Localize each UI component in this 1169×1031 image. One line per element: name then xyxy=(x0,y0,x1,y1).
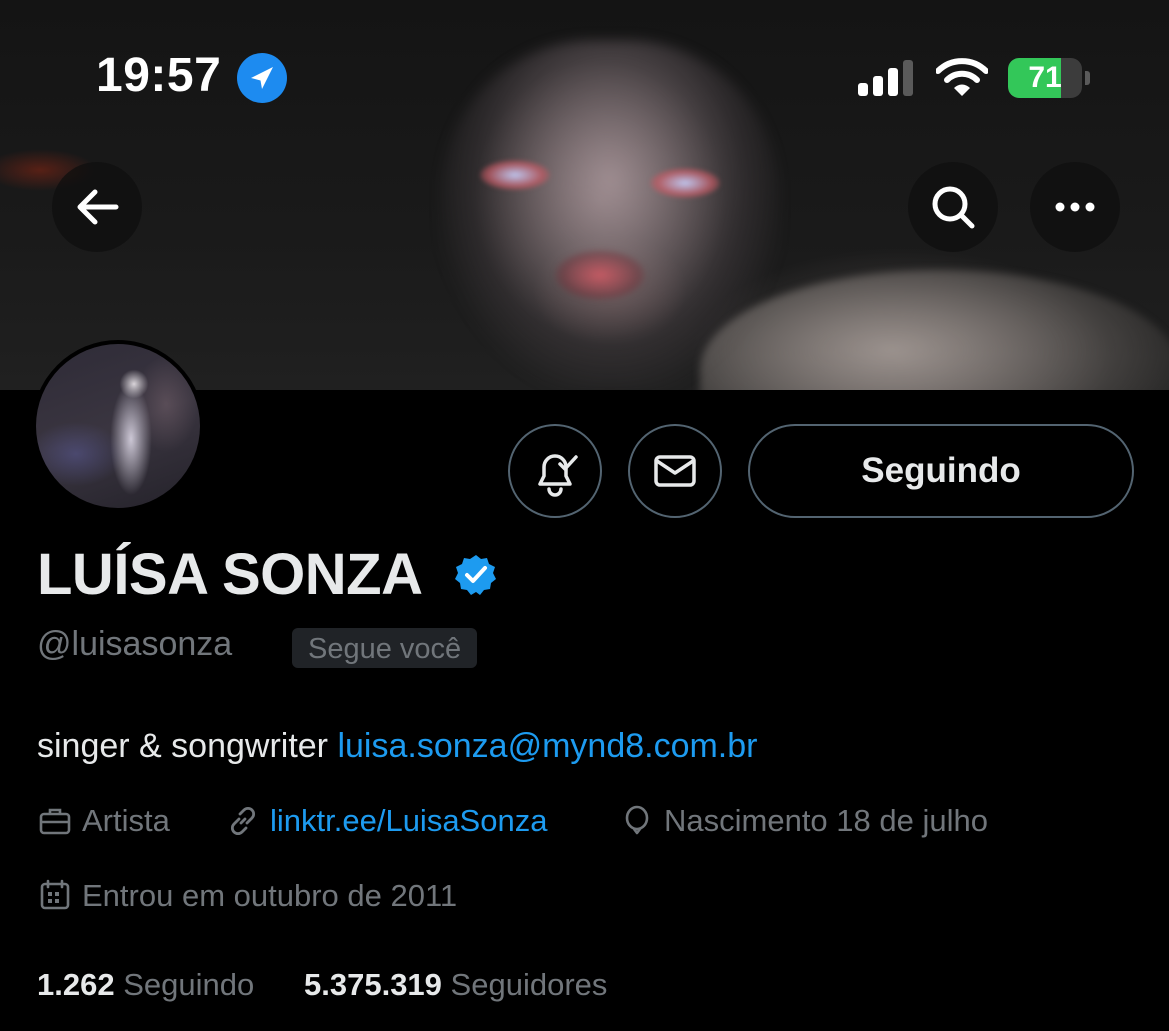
balloon-icon xyxy=(625,805,649,835)
followers-count: 5.375.319 xyxy=(304,967,442,1002)
banner-mouth xyxy=(555,250,645,300)
bio-email-link[interactable]: luisa.sonza@mynd8.com.br xyxy=(337,727,757,765)
banner-eye-right xyxy=(650,168,720,198)
status-time: 19:57 xyxy=(96,49,222,102)
link-icon xyxy=(230,806,256,836)
envelope-icon xyxy=(654,455,696,487)
profile-website-link[interactable]: linktr.ee/LuisaSonza xyxy=(270,801,547,841)
more-options-button[interactable] xyxy=(1030,162,1120,252)
profile-bio: singer & songwriter luisa.sonza@mynd8.co… xyxy=(37,724,758,768)
search-icon xyxy=(932,186,975,229)
verified-badge-icon[interactable] xyxy=(454,553,498,597)
follows-you-badge: Segue você xyxy=(292,628,478,668)
battery-tip xyxy=(1085,71,1090,85)
bell-check-icon xyxy=(538,454,578,497)
calendar-icon xyxy=(40,879,70,910)
battery-level: 71 xyxy=(1028,61,1062,94)
followers-stat[interactable]: 5.375.319 Seguidores xyxy=(304,964,607,1006)
profile-birthday: Nascimento 18 de julho xyxy=(664,803,988,838)
notifications-button[interactable] xyxy=(508,424,602,518)
search-button[interactable] xyxy=(908,162,998,252)
following-stat[interactable]: 1.262 Seguindo xyxy=(37,964,254,1006)
more-horizontal-icon xyxy=(1055,202,1095,212)
battery-icon: 71 xyxy=(1008,58,1090,98)
following-count: 1.262 xyxy=(37,967,115,1002)
briefcase-icon xyxy=(39,808,71,835)
profile-handle: @luisasonza xyxy=(37,625,233,663)
back-button[interactable] xyxy=(52,162,142,252)
message-button[interactable] xyxy=(628,424,722,518)
banner-eye-left xyxy=(480,160,550,190)
followers-label: Seguidores xyxy=(450,967,608,1002)
arrow-left-icon xyxy=(77,189,119,225)
bio-text: singer & songwriter xyxy=(37,727,329,765)
avatar[interactable] xyxy=(32,340,204,512)
following-button-label: Seguindo xyxy=(861,451,1021,490)
profile-join-date: Entrou em outubro de 2011 xyxy=(82,878,458,913)
location-arrow-icon xyxy=(237,53,287,103)
profile-name: LUÍSA SONZA xyxy=(37,542,423,607)
wifi-icon xyxy=(935,58,989,98)
following-label: Seguindo xyxy=(123,967,255,1002)
following-button[interactable]: Seguindo xyxy=(748,424,1134,518)
avatar-image xyxy=(36,344,200,508)
cellular-signal-icon xyxy=(858,60,914,96)
profile-category: Artista xyxy=(82,803,170,838)
